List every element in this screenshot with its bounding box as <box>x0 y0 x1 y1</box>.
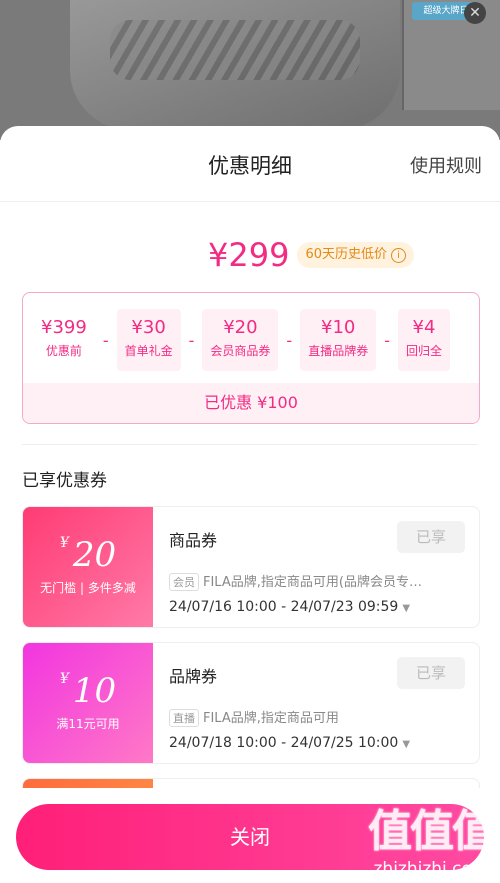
minus-sign: - <box>102 330 109 350</box>
coupon-card[interactable]: ¥10 满11元可用 品牌券 已享 直播 FILA品牌,指定商品可用 24/07/… <box>22 642 480 764</box>
bottom-bar: 关闭 值值值 zhizhizhi.com <box>0 788 500 883</box>
chevron-down-icon[interactable]: ▼ <box>402 603 410 614</box>
breakdown-amount: ¥4 <box>412 317 436 338</box>
coupon-date: 24/07/16 10:00 - 24/07/23 09:59 <box>169 599 399 615</box>
breakdown-pointer <box>242 293 260 301</box>
final-price-row: ¥299 60天历史低价 i <box>208 236 414 274</box>
discount-detail-sheet: 优惠明细 使用规则 ¥299 60天历史低价 i ¥399 优惠前 - ¥30 … <box>0 126 500 883</box>
lowest-price-badge[interactable]: 60天历史低价 i <box>297 242 414 268</box>
breakdown-label: 回归全 <box>405 344 442 358</box>
product-thumbnail[interactable]: 超级大牌日 ✕ <box>402 0 500 110</box>
breakdown-item: ¥399 优惠前 <box>33 309 95 371</box>
discount-breakdown: ¥399 优惠前 - ¥30 首单礼金 - ¥20 会员商品券 - ¥10 直播… <box>22 292 480 424</box>
coupon-status-button[interactable]: 已享 <box>397 521 465 553</box>
watermark-url: zhizhizhi.com <box>373 859 489 879</box>
breakdown-item: ¥10 直播品牌券 <box>300 309 377 371</box>
breakdown-amount: ¥399 <box>41 317 87 338</box>
breakdown-amount: ¥20 <box>223 317 258 338</box>
watermark: 值值值 zhizhizhi.com <box>368 795 496 879</box>
yen-symbol: ¥ <box>59 535 69 551</box>
breakdown-label: 优惠前 <box>45 344 82 358</box>
coupon-description: 会员 FILA品牌,指定商品可用(品牌会员专… <box>169 571 469 591</box>
product-shoe-image <box>70 0 400 130</box>
minus-sign: - <box>188 330 195 350</box>
minus-sign: - <box>384 330 390 350</box>
product-image-background: 超级大牌日 ✕ <box>0 0 500 140</box>
sheet-header: 优惠明细 使用规则 <box>0 126 500 202</box>
coupon-description: 直播 FILA品牌,指定商品可用 <box>169 707 469 727</box>
breakdown-item: ¥4 回归全 <box>397 309 450 371</box>
coupon-value-panel: ¥10 满11元可用 <box>23 643 157 763</box>
breakdown-amount: ¥30 <box>131 317 166 338</box>
coupons-section-title: 已享优惠券 <box>22 471 107 491</box>
final-price: ¥299 <box>208 236 290 274</box>
coupon-status-button[interactable]: 已享 <box>397 657 465 689</box>
coupon-value: 20 <box>72 535 117 575</box>
breakdown-amount: ¥10 <box>321 317 356 338</box>
coupon-validity[interactable]: 24/07/18 10:00 - 24/07/25 10:00 ▼ <box>169 735 410 751</box>
info-icon[interactable]: i <box>390 247 406 263</box>
coupon-condition: 无门槛 | 多件多减 <box>40 581 136 595</box>
coupon-tag: 直播 <box>169 709 199 727</box>
coupon-amount: ¥20 <box>23 535 153 575</box>
coupon-amount: ¥10 <box>23 671 153 711</box>
coupon-date: 24/07/18 10:00 - 24/07/25 10:00 <box>169 735 399 751</box>
coupon-value-panel: ¥20 无门槛 | 多件多减 <box>23 507 157 627</box>
coupon-card[interactable]: ¥20 无门槛 | 多件多减 商品券 已享 会员 FILA品牌,指定商品可用(品牌… <box>22 506 480 628</box>
coupon-desc-text: FILA品牌,指定商品可用(品牌会员专… <box>203 575 422 590</box>
breakdown-label: 首单礼金 <box>124 344 173 358</box>
coupon-name: 品牌券 <box>169 667 218 686</box>
minus-sign: - <box>286 330 293 350</box>
breakdown-item: ¥30 首单礼金 <box>116 309 181 371</box>
coupon-condition: 满11元可用 <box>56 717 120 731</box>
coupon-value: 10 <box>72 671 117 711</box>
coupon-tag: 会员 <box>169 573 199 591</box>
divider <box>22 444 478 445</box>
watermark-logo: 值值值 <box>368 806 496 857</box>
coupon-name: 商品券 <box>169 531 218 550</box>
breakdown-label: 会员商品券 <box>210 344 271 358</box>
usage-rules-link[interactable]: 使用规则 <box>410 152 482 178</box>
total-saved: 已优惠 ¥100 <box>23 383 479 423</box>
breakdown-items: ¥399 优惠前 - ¥30 首单礼金 - ¥20 会员商品券 - ¥10 直播… <box>33 309 450 371</box>
breakdown-item: ¥20 会员商品券 <box>202 309 279 371</box>
coupon-validity[interactable]: 24/07/16 10:00 - 24/07/23 09:59 ▼ <box>169 599 410 615</box>
coupon-desc-text: FILA品牌,指定商品可用 <box>203 711 339 726</box>
lowest-price-label: 60天历史低价 <box>305 247 387 262</box>
chevron-down-icon[interactable]: ▼ <box>402 739 410 750</box>
close-icon[interactable]: ✕ <box>464 2 486 24</box>
yen-symbol: ¥ <box>59 671 69 687</box>
breakdown-label: 直播品牌券 <box>308 344 369 358</box>
